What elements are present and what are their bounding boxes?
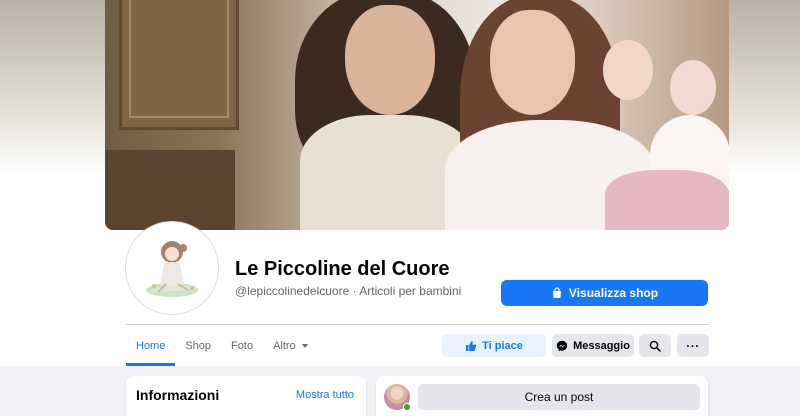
tab-home[interactable]: Home: [126, 326, 176, 366]
create-post-card: Crea un post: [376, 376, 708, 416]
tab-shop-label: Shop: [185, 340, 212, 352]
shopping-bag-icon: [552, 287, 561, 298]
message-button[interactable]: Messaggio: [552, 334, 634, 357]
thumbs-up-icon: [466, 340, 477, 351]
create-post-button[interactable]: Crea un post: [418, 384, 700, 410]
cover-woman-face: [345, 5, 435, 115]
cover-photo[interactable]: [105, 0, 729, 230]
cover-doll-head: [603, 40, 653, 100]
more-options-button[interactable]: ···: [677, 334, 709, 357]
tab-shop[interactable]: Shop: [175, 326, 221, 366]
cover-doll-head: [670, 60, 716, 115]
tab-more[interactable]: Altro: [263, 326, 318, 366]
view-shop-button[interactable]: Visualizza shop: [501, 280, 708, 306]
cover-pink-fabric: [605, 170, 729, 230]
show-all-link[interactable]: Mostra tutto: [296, 389, 354, 401]
like-label: Ti piace: [482, 339, 523, 352]
caret-down-icon: [301, 344, 308, 348]
header-divider: [126, 324, 709, 325]
like-button[interactable]: Ti piace: [442, 334, 546, 357]
tab-more-label: Altro: [273, 340, 296, 352]
page-subtitle: @lepiccolinedelcuore · Articoli per bamb…: [235, 284, 462, 298]
cover-desk: [105, 150, 235, 230]
more-dots-icon: ···: [686, 338, 700, 353]
girl-illustration-icon: [130, 226, 214, 310]
cover-girl-face: [490, 10, 575, 115]
info-card-title: Informazioni: [136, 387, 220, 403]
cover-wood-inset: [129, 0, 229, 118]
tab-photos[interactable]: Foto: [221, 326, 263, 366]
tab-photos-label: Foto: [231, 340, 254, 352]
online-status-icon: [403, 403, 411, 411]
messenger-icon: [556, 340, 568, 351]
search-button[interactable]: [639, 334, 671, 357]
page-tabs: Home Shop Foto Altro: [126, 326, 318, 366]
message-label: Messaggio: [573, 339, 630, 352]
profile-avatar[interactable]: [126, 222, 218, 314]
tab-home-label: Home: [136, 340, 166, 352]
page-title: Le Piccoline del Cuore: [235, 258, 450, 280]
info-card: Informazioni Mostra tutto: [126, 376, 366, 416]
view-shop-label: Visualizza shop: [568, 286, 659, 300]
search-icon: [649, 340, 661, 352]
